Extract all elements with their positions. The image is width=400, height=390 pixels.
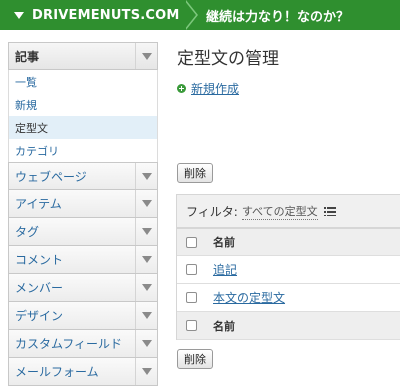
boilerplate-table: 名前 追記 本文の定型文 名前 — [176, 228, 400, 340]
sidebar-subitem-boilerplates[interactable]: 定型文 — [8, 116, 158, 139]
row-checkbox[interactable] — [186, 264, 197, 275]
sidebar-item-assets[interactable]: アイテム — [8, 190, 158, 218]
blog-title[interactable]: 継続は力なり！なのか？ — [206, 0, 349, 30]
sidebar-item-label: メールフォーム — [15, 365, 99, 379]
table-footer-row: 名前 — [177, 312, 400, 340]
sidebar-item-label: アイテム — [15, 197, 62, 211]
table-row: 追記 — [177, 256, 400, 284]
sidebar-item-label: カスタムフィールド — [15, 337, 123, 351]
sidebar-subitem-list[interactable]: 一覧 — [8, 70, 158, 93]
column-header-name[interactable]: 名前 — [213, 234, 235, 250]
chevron-down-icon[interactable] — [135, 43, 157, 69]
sidebar-menu-entries[interactable]: 記事 — [8, 42, 158, 70]
new-boilerplate-label[interactable]: 新規作成 — [191, 80, 239, 97]
chevron-down-icon[interactable] — [135, 163, 157, 189]
sidebar-item-label: コメント — [15, 253, 64, 267]
chevron-down-icon[interactable] — [135, 190, 157, 217]
delete-button-bottom[interactable]: 削除 — [177, 349, 213, 369]
sidebar-subitem-categories[interactable]: カテゴリ — [8, 139, 158, 162]
delete-button-top[interactable]: 削除 — [177, 163, 213, 183]
boilerplate-link[interactable]: 追記 — [213, 261, 237, 278]
sidebar-item-webpages[interactable]: ウェブページ — [8, 162, 158, 190]
site-switcher[interactable]: DRIVEMENUTS.COM — [0, 0, 196, 30]
sidebar-subitem-new[interactable]: 新規 — [8, 93, 158, 116]
sidebar-item-label: タグ — [15, 225, 40, 239]
top-bar: DRIVEMENUTS.COM 継続は力なり！なのか？ — [0, 0, 400, 30]
chevron-down-icon[interactable] — [135, 330, 157, 357]
sidebar-item-mail-form[interactable]: メールフォーム — [8, 358, 158, 386]
column-footer-name[interactable]: 名前 — [213, 318, 235, 334]
list-icon[interactable] — [323, 206, 336, 216]
sidebar-item-label: メンバー — [15, 281, 64, 295]
sidebar-item-members[interactable]: メンバー — [8, 274, 158, 302]
sidebar-item-label: ウェブページ — [15, 169, 87, 184]
boilerplate-link[interactable]: 本文の定型文 — [213, 289, 285, 306]
filter-bar: フィルタ: すべての定型文 — [176, 194, 400, 228]
chevron-down-icon[interactable] — [135, 246, 157, 273]
page-title: 定型文の管理 — [177, 49, 279, 69]
new-boilerplate-link[interactable]: 新規作成 — [177, 80, 239, 97]
select-all-checkbox[interactable] — [186, 236, 197, 248]
plus-circle-icon — [177, 84, 186, 93]
chevron-down-icon[interactable] — [135, 218, 157, 245]
chevron-down-icon[interactable] — [135, 302, 157, 329]
chevron-down-icon[interactable] — [135, 358, 157, 385]
triangle-down-icon — [14, 11, 24, 19]
site-name: DRIVEMENUTS.COM — [32, 7, 180, 23]
row-checkbox[interactable] — [186, 292, 197, 303]
sidebar-item-custom-fields[interactable]: カスタムフィールド — [8, 330, 158, 358]
filter-label: フィルタ: — [186, 204, 238, 219]
table-row: 本文の定型文 — [177, 284, 400, 312]
sidebar-item-label: デザイン — [15, 309, 64, 323]
sidebar: 記事 一覧 新規 定型文 カテゴリ ウェブページ アイテム タグ コメント メン… — [8, 42, 158, 386]
select-all-checkbox-footer[interactable] — [186, 320, 197, 331]
sidebar-item-comments[interactable]: コメント — [8, 246, 158, 274]
sidebar-item-design[interactable]: デザイン — [8, 302, 158, 330]
filter-select[interactable]: すべての定型文 — [241, 203, 318, 220]
sidebar-item-tags[interactable]: タグ — [8, 218, 158, 246]
chevron-down-icon[interactable] — [135, 274, 157, 301]
table-header-row: 名前 — [177, 228, 400, 256]
sidebar-menu-label: 記事 — [15, 49, 40, 64]
